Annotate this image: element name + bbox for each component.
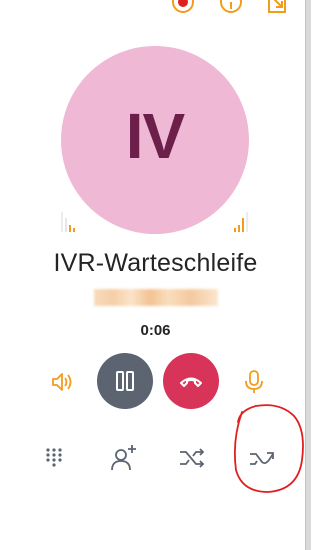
caller-number-redacted xyxy=(94,289,218,306)
microphone-button[interactable] xyxy=(240,368,268,396)
top-toolbar xyxy=(0,0,311,20)
record-icon[interactable] xyxy=(170,0,196,20)
dialpad-icon xyxy=(46,448,62,467)
dialpad-button[interactable] xyxy=(40,443,68,471)
signal-right-icon xyxy=(234,210,254,232)
microphone-icon xyxy=(245,370,263,393)
forward-transfer-icon xyxy=(250,452,274,465)
hangup-button[interactable] xyxy=(163,353,219,409)
add-participant-icon xyxy=(111,445,136,471)
forward-transfer-button[interactable] xyxy=(246,442,278,474)
add-participant-button[interactable] xyxy=(106,440,140,474)
caller-name: IVR-Warteschleife xyxy=(53,249,258,277)
avatar-initials: IV xyxy=(125,100,185,172)
speaker-button[interactable] xyxy=(48,368,76,396)
caller-avatar: IV xyxy=(61,46,249,234)
call-duration: 0:06 xyxy=(140,322,171,339)
info-icon[interactable] xyxy=(218,0,244,20)
shuffle-transfer-button[interactable] xyxy=(176,442,208,474)
transfer-window-icon[interactable] xyxy=(265,0,291,20)
pause-icon xyxy=(116,371,134,391)
signal-left-icon xyxy=(61,210,81,232)
shuffle-transfer-icon xyxy=(180,448,205,468)
hold-button[interactable] xyxy=(97,353,153,409)
speaker-icon xyxy=(52,373,72,391)
hangup-icon xyxy=(180,377,202,387)
